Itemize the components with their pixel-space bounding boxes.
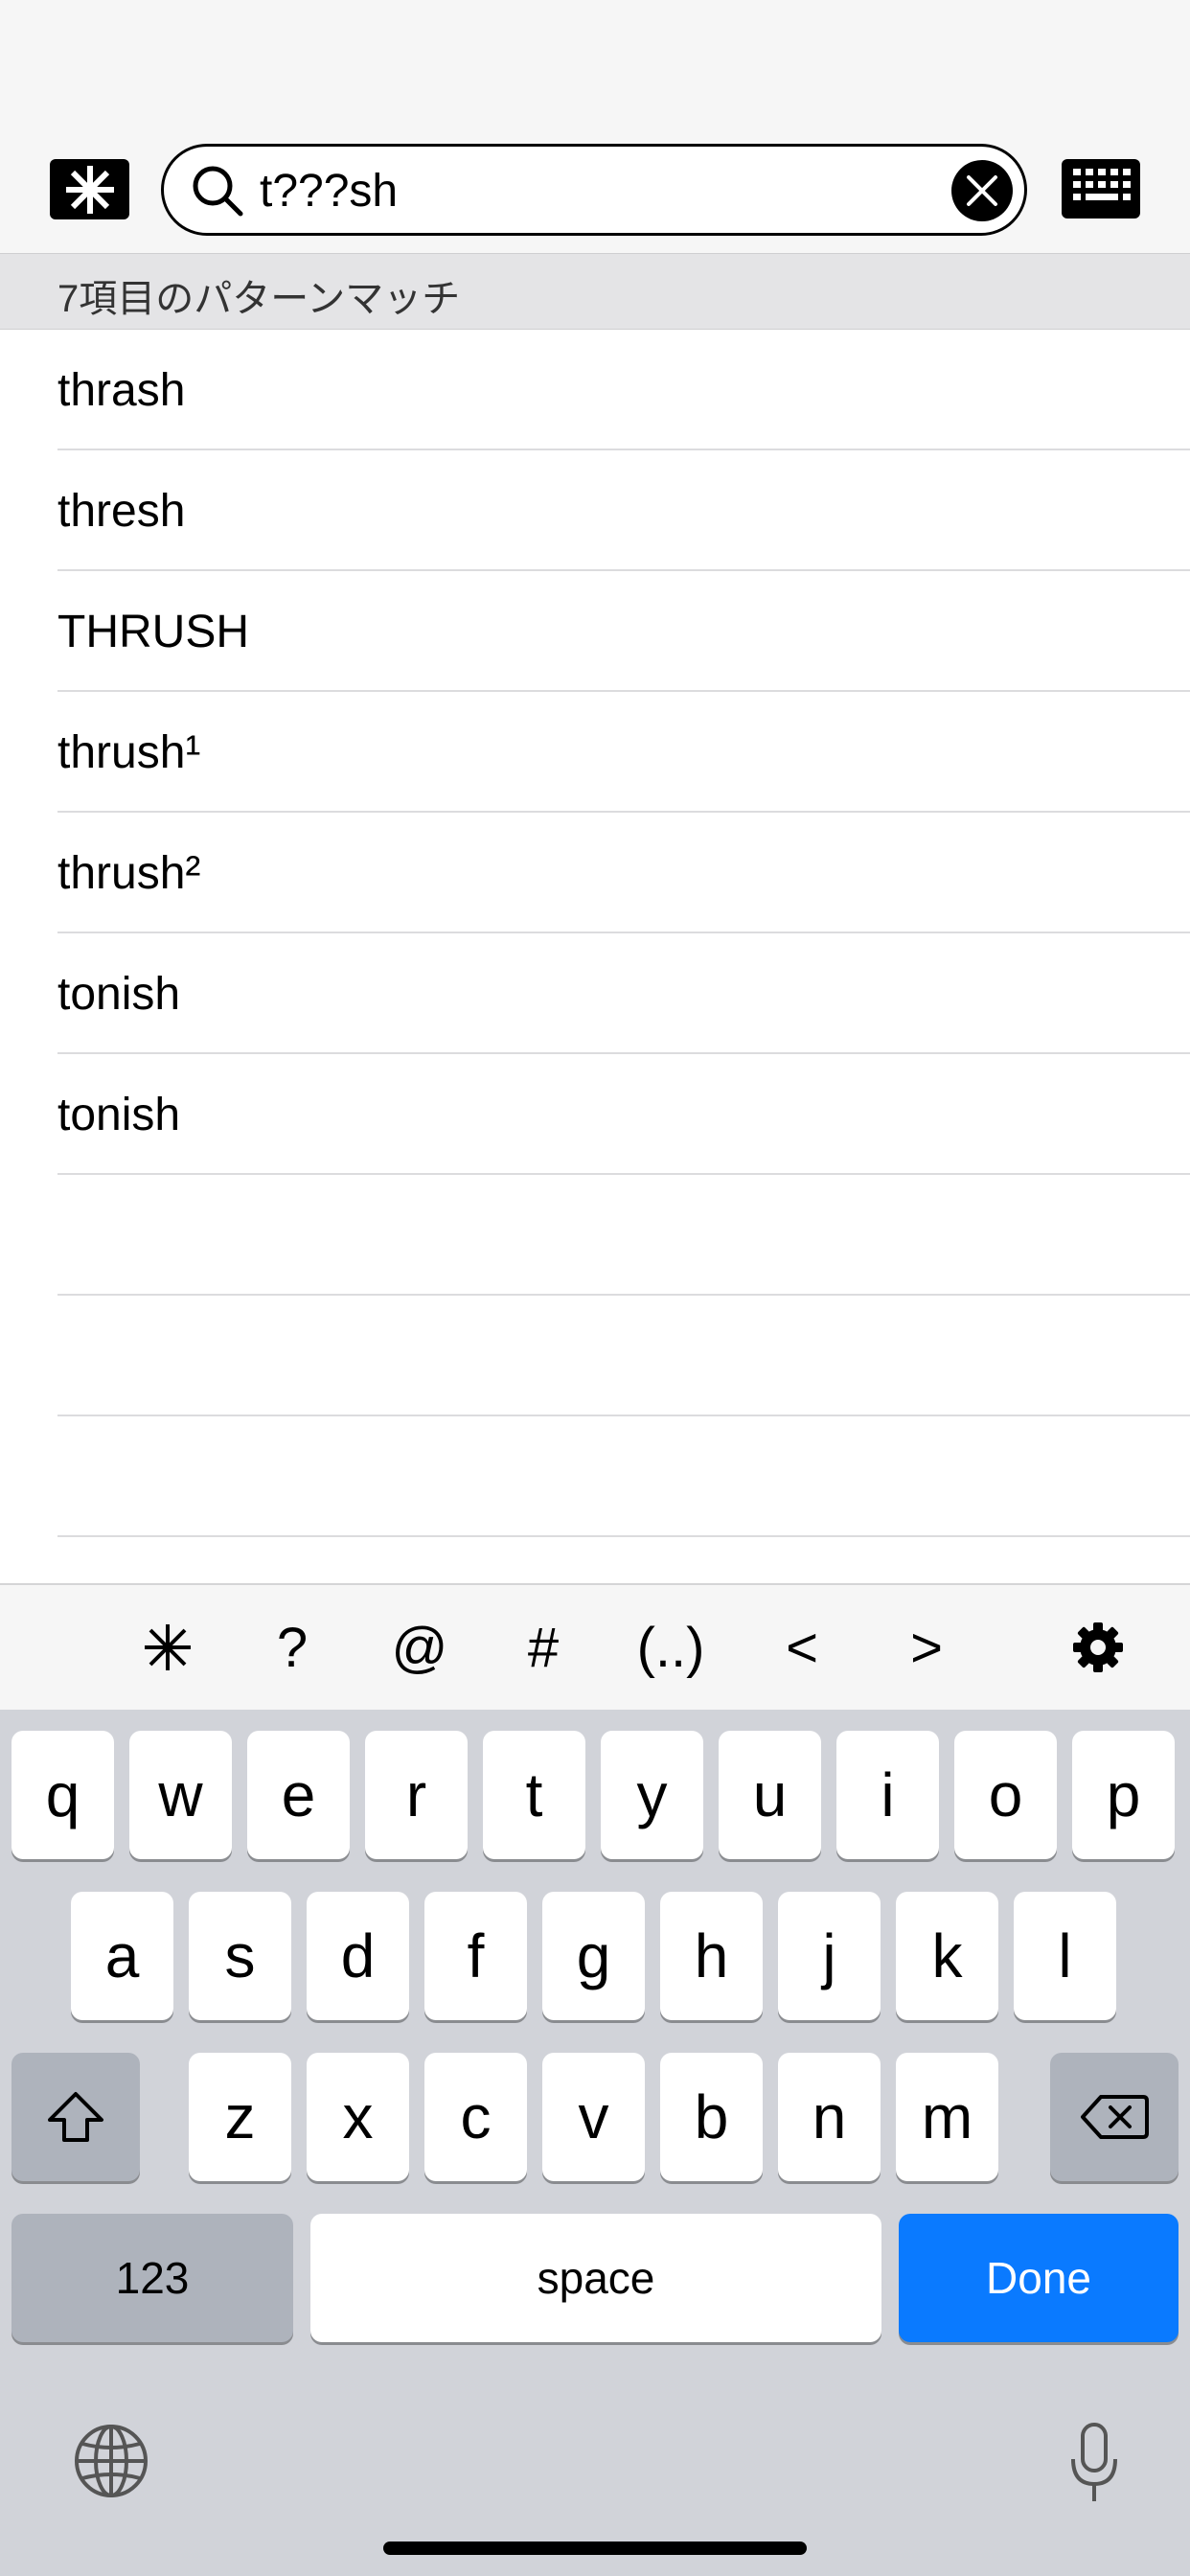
list-item-word: THRUSH bbox=[57, 607, 249, 657]
insert-asterisk-key[interactable] bbox=[136, 1614, 199, 1681]
list-item-word: tonish bbox=[57, 969, 181, 1020]
asterisk-icon bbox=[145, 1624, 191, 1670]
empty-row bbox=[0, 1175, 1190, 1296]
key-x[interactable]: x bbox=[307, 2053, 409, 2181]
list-item-word: thresh bbox=[57, 486, 186, 537]
row-separator bbox=[57, 1535, 1190, 1537]
globe-button[interactable] bbox=[71, 2421, 151, 2501]
insert-group-key[interactable]: (..) bbox=[630, 1614, 711, 1681]
home-indicator[interactable] bbox=[383, 2542, 807, 2555]
key-f[interactable]: f bbox=[424, 1892, 527, 2020]
clear-search-button[interactable] bbox=[951, 160, 1013, 221]
key-u[interactable]: u bbox=[719, 1731, 821, 1859]
key-i[interactable]: i bbox=[836, 1731, 939, 1859]
key-m[interactable]: m bbox=[896, 2053, 998, 2181]
key-z[interactable]: z bbox=[189, 2053, 291, 2181]
space-key[interactable]: space bbox=[310, 2214, 881, 2342]
clear-icon bbox=[967, 175, 997, 206]
search-toolbar bbox=[0, 0, 1190, 253]
list-item-word: thrash bbox=[57, 365, 186, 416]
wildcard-menu-button[interactable] bbox=[50, 159, 129, 219]
dictation-button[interactable] bbox=[1065, 2421, 1123, 2507]
list-item-word: thrush¹ bbox=[57, 727, 201, 778]
system-keyboard: q w e r t y u i o p a s d f g h j k l z … bbox=[0, 1710, 1190, 2576]
insert-hash-key[interactable]: # bbox=[512, 1614, 575, 1681]
microphone-icon bbox=[1071, 2423, 1117, 2501]
key-o[interactable]: o bbox=[954, 1731, 1057, 1859]
shift-icon bbox=[48, 2092, 103, 2142]
empty-row bbox=[0, 1296, 1190, 1416]
list-item[interactable]: thrush² bbox=[0, 813, 1190, 933]
search-icon bbox=[193, 166, 243, 217]
key-g[interactable]: g bbox=[542, 1892, 645, 2020]
key-a[interactable]: a bbox=[71, 1892, 173, 2020]
insert-at-key[interactable]: @ bbox=[385, 1614, 454, 1681]
key-w[interactable]: w bbox=[129, 1731, 232, 1859]
key-l[interactable]: l bbox=[1014, 1892, 1116, 2020]
key-r[interactable]: r bbox=[365, 1731, 468, 1859]
key-h[interactable]: h bbox=[660, 1892, 763, 2020]
done-key[interactable]: Done bbox=[899, 2214, 1179, 2342]
globe-icon bbox=[75, 2425, 148, 2497]
numbers-key[interactable]: 123 bbox=[11, 2214, 293, 2342]
keyboard-toggle-button[interactable] bbox=[1062, 159, 1140, 218]
match-count-label: 7項目のパターンマッチ bbox=[57, 278, 461, 320]
key-y[interactable]: y bbox=[601, 1731, 703, 1859]
delete-key[interactable] bbox=[1050, 2053, 1179, 2181]
search-bar[interactable] bbox=[161, 144, 1027, 236]
key-v[interactable]: v bbox=[542, 2053, 645, 2181]
list-item-word: thrush² bbox=[57, 848, 201, 899]
cursor-left-key[interactable]: < bbox=[770, 1614, 834, 1681]
list-item[interactable]: thrush¹ bbox=[0, 692, 1190, 813]
empty-row bbox=[0, 1416, 1190, 1537]
key-q[interactable]: q bbox=[11, 1731, 114, 1859]
list-item[interactable]: THRUSH bbox=[0, 571, 1190, 692]
settings-button[interactable] bbox=[1064, 1614, 1133, 1681]
backspace-icon bbox=[1081, 2095, 1149, 2139]
key-d[interactable]: d bbox=[307, 1892, 409, 2020]
key-k[interactable]: k bbox=[896, 1892, 998, 2020]
list-item[interactable]: tonish bbox=[0, 1054, 1190, 1175]
key-p[interactable]: p bbox=[1072, 1731, 1175, 1859]
cursor-right-key[interactable]: > bbox=[895, 1614, 958, 1681]
key-s[interactable]: s bbox=[189, 1892, 291, 2020]
keyboard-icon bbox=[1073, 169, 1131, 200]
gear-icon bbox=[1073, 1622, 1123, 1672]
key-e[interactable]: e bbox=[247, 1731, 350, 1859]
key-c[interactable]: c bbox=[424, 2053, 527, 2181]
results-header: 7項目のパターンマッチ bbox=[0, 253, 1190, 330]
list-item-word: tonish bbox=[57, 1090, 181, 1140]
list-item[interactable]: tonish bbox=[0, 933, 1190, 1054]
key-n[interactable]: n bbox=[778, 2053, 881, 2181]
shift-key[interactable] bbox=[11, 2053, 140, 2181]
asterisk-icon bbox=[65, 165, 114, 214]
key-t[interactable]: t bbox=[483, 1731, 585, 1859]
list-item[interactable]: thresh bbox=[0, 450, 1190, 571]
results-list: thrash thresh THRUSH thrush¹ thrush² ton… bbox=[0, 330, 1190, 1583]
insert-question-key[interactable]: ? bbox=[261, 1614, 324, 1681]
key-j[interactable]: j bbox=[778, 1892, 881, 2020]
keyboard-accessory-bar: ? @ # (..) < > bbox=[0, 1583, 1190, 1710]
key-b[interactable]: b bbox=[660, 2053, 763, 2181]
search-input[interactable] bbox=[260, 156, 911, 225]
list-item[interactable]: thrash bbox=[0, 330, 1190, 450]
